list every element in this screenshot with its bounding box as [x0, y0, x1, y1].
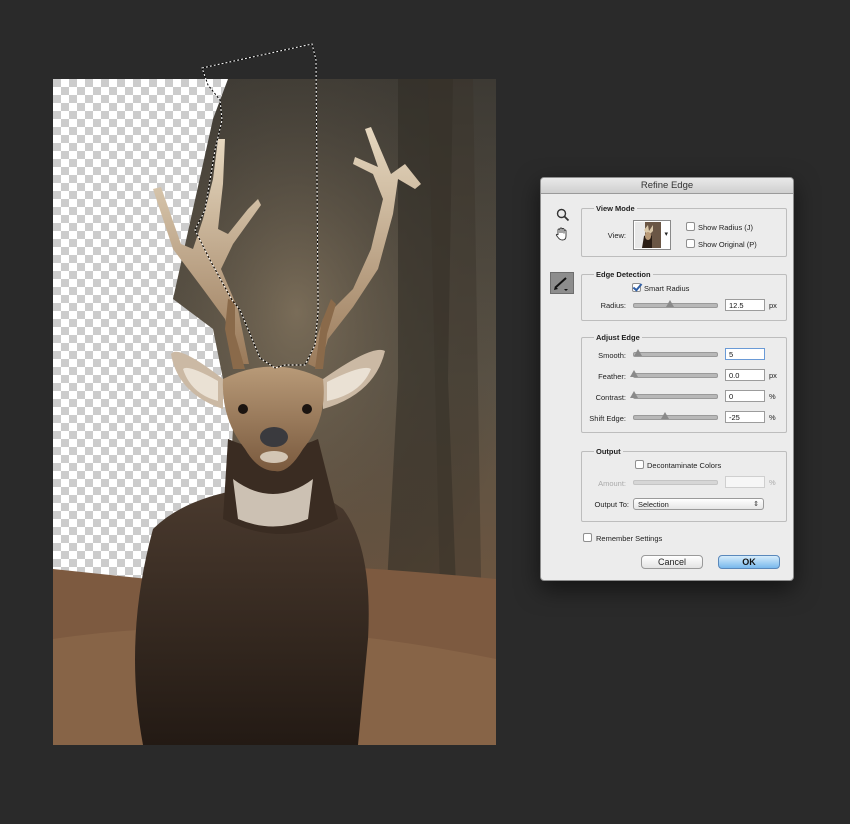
contrast-label: Contrast:: [595, 393, 626, 402]
feather-field[interactable]: 0.0: [725, 369, 765, 381]
feather-unit: px: [769, 371, 777, 380]
view-mode-legend: View Mode: [594, 204, 637, 213]
show-radius-checkbox[interactable]: [686, 222, 695, 231]
contrast-field[interactable]: 0: [725, 390, 765, 402]
smooth-field[interactable]: 5: [725, 348, 765, 360]
zoom-icon[interactable]: [555, 207, 571, 223]
show-original-label: Show Original (P): [698, 240, 757, 249]
amount-unit: %: [769, 478, 776, 487]
amount-slider: [633, 480, 718, 485]
adjust-edge-legend: Adjust Edge: [594, 333, 642, 342]
dialog-title[interactable]: Refine Edge: [541, 178, 793, 194]
view-thumbnail-dropdown[interactable]: ▾: [633, 220, 671, 250]
show-radius-label: Show Radius (J): [698, 223, 754, 232]
amount-field: [725, 476, 765, 488]
ok-button[interactable]: OK: [718, 555, 780, 569]
feather-slider-thumb[interactable]: [630, 370, 638, 377]
refine-radius-brush-icon[interactable]: [550, 272, 574, 294]
shift-edge-unit: %: [769, 413, 776, 422]
feather-label: Feather:: [598, 372, 626, 381]
remember-settings-label: Remember Settings: [596, 534, 663, 543]
edge-detection-group: Edge Detection Smart Radius Radius: 12.5…: [581, 270, 787, 321]
deer-photo: [53, 79, 496, 745]
contrast-slider[interactable]: [630, 391, 718, 399]
output-group: Output Decontaminate Colors Amount: % Ou…: [581, 447, 787, 522]
edge-detection-legend: Edge Detection: [594, 270, 653, 279]
smooth-slider-thumb[interactable]: [634, 349, 642, 356]
smooth-slider[interactable]: [633, 349, 718, 357]
select-arrows-icon: ⇕: [753, 501, 759, 508]
output-to-label: Output To:: [594, 500, 629, 509]
view-thumbnail-icon: [635, 222, 661, 248]
decontaminate-colors-label: Decontaminate Colors: [647, 461, 722, 470]
output-to-value: Selection: [638, 500, 669, 509]
show-original-checkbox[interactable]: [686, 239, 695, 248]
smooth-label: Smooth:: [598, 351, 626, 360]
smart-radius-label: Smart Radius: [644, 284, 690, 293]
shift-edge-label: Shift Edge:: [589, 414, 626, 423]
radius-slider[interactable]: [633, 300, 718, 308]
amount-label: Amount:: [598, 479, 626, 488]
feather-slider[interactable]: [630, 370, 718, 378]
radius-label: Radius:: [600, 301, 626, 310]
shift-edge-slider[interactable]: [633, 412, 718, 420]
radius-slider-thumb[interactable]: [666, 300, 674, 307]
refine-edge-dialog: Refine Edge View Mode View: ▾ Show Radiu…: [540, 177, 794, 581]
shift-edge-slider-thumb[interactable]: [661, 412, 669, 419]
remember-settings-checkbox[interactable]: [583, 533, 592, 542]
view-mode-group: View Mode View: ▾ Show Radius (J) Show O…: [581, 204, 787, 257]
radius-unit: px: [769, 301, 777, 310]
view-label: View:: [607, 231, 626, 240]
contrast-slider-thumb[interactable]: [630, 391, 638, 398]
smart-radius-checkbox[interactable]: [632, 283, 641, 292]
radius-field[interactable]: 12.5: [725, 299, 765, 311]
decontaminate-colors-checkbox[interactable]: [635, 460, 644, 469]
output-to-select[interactable]: Selection ⇕: [633, 498, 764, 510]
adjust-edge-group: Adjust Edge Smooth: 5 Feather: 0.0 px Co…: [581, 333, 787, 433]
chevron-down-icon: ▾: [664, 231, 668, 238]
cancel-button[interactable]: Cancel: [641, 555, 703, 569]
output-legend: Output: [594, 447, 623, 456]
hand-icon[interactable]: [554, 226, 570, 242]
document-canvas[interactable]: [53, 79, 496, 745]
shift-edge-field[interactable]: -25: [725, 411, 765, 423]
contrast-unit: %: [769, 392, 776, 401]
